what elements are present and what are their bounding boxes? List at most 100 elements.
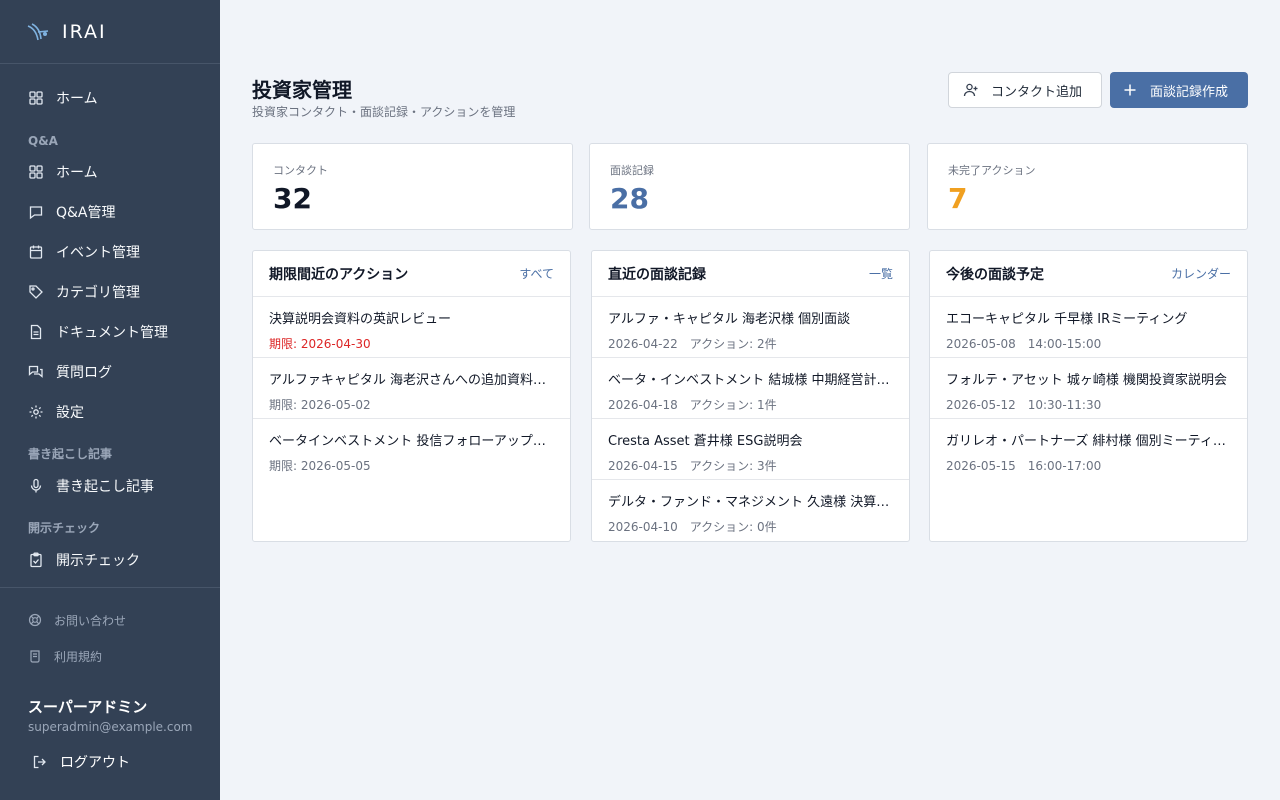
brand-logo[interactable]: IRAI [0, 0, 220, 64]
item-meta: 2026-04-10 アクション: 0件 [608, 520, 777, 534]
list-item[interactable]: アルファ・キャピタル 海老沢様 個別面談 2026-04-22 アクション: 2… [592, 297, 909, 358]
user-plus-icon [963, 82, 979, 98]
panel-upcoming-actions: 期限間近のアクション すべて 決算説明会資料の英訳レビュー 期限: 2026-0… [252, 250, 571, 542]
list-item[interactable]: ガリレオ・パートナーズ 緋村様 個別ミーティング 2026-05-15 16:0… [930, 419, 1247, 480]
panel-title: 期限間近のアクション [269, 266, 409, 283]
brand-logo-icon [26, 20, 50, 44]
sidebar-item-label: ドキュメント管理 [56, 325, 168, 341]
sidebar-item-disclosure-check[interactable]: 開示チェック [0, 540, 220, 580]
clipboard-check-icon [28, 552, 44, 568]
brand-name: IRAI [62, 20, 107, 43]
item-meta: 2026-04-18 アクション: 1件 [608, 398, 777, 412]
item-title: デルタ・ファンド・マネジメント 久遠様 決算説明 [608, 495, 893, 510]
item-title: フォルテ・アセット 城ヶ崎様 機関投資家説明会 [946, 373, 1228, 388]
sidebar-item-label: 開示チェック [56, 553, 140, 569]
panel-upcoming-meetings: 今後の面談予定 カレンダー エコーキャピタル 千早様 IRミーティング 2026… [929, 250, 1248, 542]
item-title: 決算説明会資料の英訳レビュー [269, 312, 452, 327]
stat-card-contacts: コンタクト 32 [252, 143, 573, 230]
sidebar-item-document-management[interactable]: ドキュメント管理 [0, 312, 220, 352]
stat-card-pending-actions: 未完了アクション 7 [927, 143, 1248, 230]
view-all-link[interactable]: すべて [519, 265, 554, 282]
chat-bubble-icon [28, 204, 44, 220]
terms-link[interactable]: 利用規約 [0, 638, 220, 674]
stat-value: 28 [610, 182, 649, 215]
stat-card-records: 面談記録 28 [589, 143, 910, 230]
main-content: 投資家管理 投資家コンタクト・面談記録・アクションを管理 コンタクト追加 面談記… [220, 0, 1280, 800]
create-record-label: 面談記録作成 [1150, 84, 1229, 100]
contact-link[interactable]: お問い合わせ [0, 602, 220, 638]
sidebar-item-qa-home[interactable]: ホーム [0, 152, 220, 192]
item-deadline: 期限: 2026-04-30 [269, 337, 371, 351]
create-record-button[interactable]: 面談記録作成 [1110, 72, 1248, 108]
stat-label: 未完了アクション [948, 164, 1036, 177]
item-meta: 2026-04-22 アクション: 2件 [608, 337, 777, 351]
sidebar-item-label: Q&A管理 [56, 205, 116, 221]
page-title: 投資家管理 [252, 78, 352, 102]
item-title: アルファ・キャピタル 海老沢様 個別面談 [608, 312, 851, 327]
sidebar-item-question-log[interactable]: 質問ログ [0, 352, 220, 392]
list-item[interactable]: ベータ・インベストメント 結城様 中期経営計画説明 2026-04-18 アクシ… [592, 358, 909, 419]
item-title: Cresta Asset 蒼井様 ESG説明会 [608, 434, 803, 449]
user-info: スーパーアドミン superadmin@example.com [0, 674, 220, 734]
contact-label: お問い合わせ [54, 613, 127, 628]
sidebar-item-label: ホーム [56, 91, 98, 107]
document-icon [28, 324, 44, 340]
sidebar: IRAI ホーム Q&A ホーム Q&A管理 イベント管理 カテゴリ管理 ドキュ… [0, 0, 220, 800]
add-contact-label: コンタクト追加 [991, 84, 1083, 100]
panel-recent-records: 直近の面談記録 一覧 アルファ・キャピタル 海老沢様 個別面談 2026-04-… [591, 250, 910, 542]
user-email: superadmin@example.com [28, 720, 193, 734]
list-item[interactable]: ベータインベストメント 投信フォローアップ連絡 期限: 2026-05-05 [253, 419, 570, 480]
sidebar-item-event-management[interactable]: イベント管理 [0, 232, 220, 272]
section-label-qa: Q&A [28, 134, 58, 148]
item-title: ベータインベストメント 投信フォローアップ連絡 [269, 434, 554, 449]
sidebar-item-home[interactable]: ホーム [0, 78, 220, 118]
sidebar-item-qa-management[interactable]: Q&A管理 [0, 192, 220, 232]
list-item[interactable]: エコーキャピタル 千早様 IRミーティング 2026-05-08 14:00-1… [930, 297, 1247, 358]
list-link[interactable]: 一覧 [869, 265, 893, 282]
microphone-icon [28, 478, 44, 494]
item-schedule: 2026-05-15 16:00-17:00 [946, 459, 1102, 473]
section-label-transcript: 書き起こし記事 [28, 447, 113, 461]
scroll-icon [28, 649, 42, 663]
item-meta: 2026-04-15 アクション: 3件 [608, 459, 777, 473]
sidebar-item-transcript[interactable]: 書き起こし記事 [0, 466, 220, 506]
panel-header: 今後の面談予定 カレンダー [930, 251, 1247, 297]
grid-icon [28, 90, 44, 106]
logout-icon [32, 754, 48, 770]
logout-label: ログアウト [60, 755, 130, 771]
sidebar-item-settings[interactable]: 設定 [0, 392, 220, 432]
sidebar-item-label: ホーム [56, 165, 98, 181]
sidebar-footer: お問い合わせ 利用規約 スーパーアドミン superadmin@example.… [0, 587, 220, 800]
item-schedule: 2026-05-12 10:30-11:30 [946, 398, 1102, 412]
sidebar-item-label: 質問ログ [56, 365, 112, 381]
list-item[interactable]: フォルテ・アセット 城ヶ崎様 機関投資家説明会 2026-05-12 10:30… [930, 358, 1247, 419]
sidebar-item-label: 書き起こし記事 [56, 479, 154, 495]
calendar-link[interactable]: カレンダー [1171, 265, 1231, 282]
list-item[interactable]: 決算説明会資料の英訳レビュー 期限: 2026-04-30 [253, 297, 570, 358]
chat-log-icon [28, 364, 44, 380]
list-item[interactable]: デルタ・ファンド・マネジメント 久遠様 決算説明 2026-04-10 アクショ… [592, 480, 909, 541]
grid-icon [28, 164, 44, 180]
list-item[interactable]: アルファキャピタル 海老沢さんへの追加資料送付 期限: 2026-05-02 [253, 358, 570, 419]
panel-title: 今後の面談予定 [946, 266, 1044, 283]
panel-title: 直近の面談記録 [608, 266, 706, 283]
sidebar-item-label: 設定 [56, 405, 84, 421]
item-title: エコーキャピタル 千早様 IRミーティング [946, 312, 1188, 327]
add-contact-button[interactable]: コンタクト追加 [948, 72, 1102, 108]
plus-icon [1122, 82, 1138, 98]
sidebar-item-label: イベント管理 [56, 245, 140, 261]
sidebar-item-category-management[interactable]: カテゴリ管理 [0, 272, 220, 312]
stat-label: コンタクト [273, 164, 328, 177]
list-item[interactable]: Cresta Asset 蒼井様 ESG説明会 2026-04-15 アクション… [592, 419, 909, 480]
user-name: スーパーアドミン [28, 698, 148, 716]
tag-icon [28, 284, 44, 300]
panel-header: 期限間近のアクション すべて [253, 251, 570, 297]
gear-icon [28, 404, 44, 420]
panel-header: 直近の面談記録 一覧 [592, 251, 909, 297]
sidebar-nav: ホーム Q&A ホーム Q&A管理 イベント管理 カテゴリ管理 ドキュメント管理… [0, 78, 220, 586]
page-subtitle: 投資家コンタクト・面談記録・アクションを管理 [252, 105, 516, 119]
calendar-icon [28, 244, 44, 260]
support-icon [28, 613, 42, 627]
item-title: ガリレオ・パートナーズ 緋村様 個別ミーティング [946, 434, 1231, 449]
logout-button[interactable]: ログアウト [32, 752, 130, 772]
